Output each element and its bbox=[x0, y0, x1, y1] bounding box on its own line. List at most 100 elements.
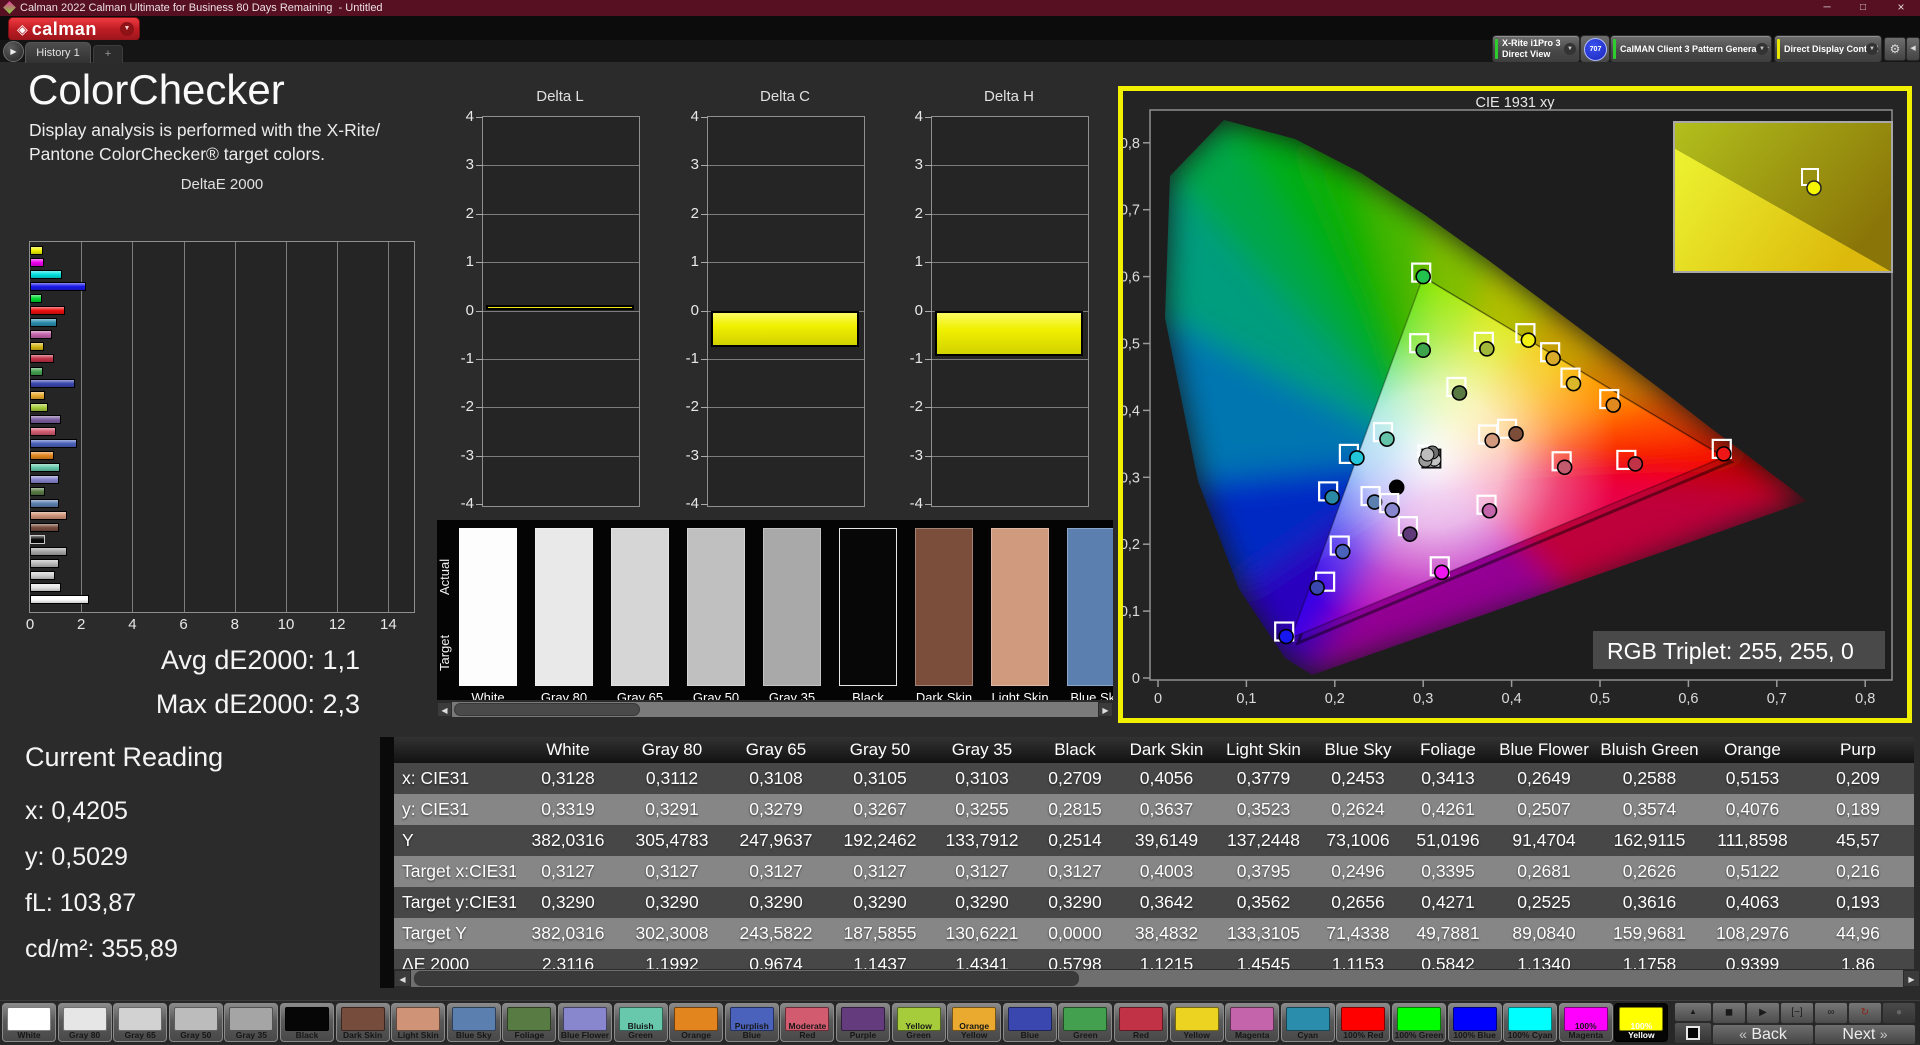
table-cell: 0,3127 bbox=[932, 856, 1032, 887]
palette-button-100-green[interactable]: 100% Green bbox=[1392, 1003, 1446, 1042]
palette-button-cyan[interactable]: Cyan bbox=[1280, 1003, 1335, 1042]
cie-1931-chart: CIE 1931 xy 00,10,20,30,40,50,60,70,80 0… bbox=[1120, 95, 1893, 707]
table-scrollbar-thumb[interactable] bbox=[414, 971, 1079, 986]
palette-button-dark-skin[interactable]: Dark Skin bbox=[335, 1003, 390, 1042]
palette-label: Magenta bbox=[1234, 1030, 1270, 1040]
delta-gridline bbox=[708, 455, 864, 457]
chevron-down-icon[interactable]: ▼ bbox=[1866, 43, 1878, 55]
reading-cdm2: cd/m²: 355,89 bbox=[25, 935, 178, 963]
table-cell: 49,7881 bbox=[1404, 918, 1492, 949]
tab-add-button[interactable]: + bbox=[93, 45, 123, 63]
table-cell: 0,3127 bbox=[1032, 856, 1118, 887]
delta-tick-dash bbox=[476, 262, 483, 264]
swatch-scrollbar[interactable]: ◀ ▶ bbox=[437, 702, 1113, 717]
refresh-button[interactable]: ↻ bbox=[1848, 1002, 1882, 1024]
palette-button-purple[interactable]: Purple bbox=[836, 1003, 890, 1042]
swatch-label: Light Skin bbox=[991, 690, 1049, 700]
palette-button-100-yellow[interactable]: 100% Yellow bbox=[1614, 1003, 1669, 1042]
scroll-left-icon[interactable]: ◀ bbox=[437, 702, 452, 717]
palette-scroll-up-button[interactable]: ▲ bbox=[1674, 1002, 1712, 1022]
table-row-label: Target x:CIE31 bbox=[394, 856, 516, 887]
palette-button-100-cyan[interactable]: 100% Cyan bbox=[1503, 1003, 1558, 1042]
palette-button-moderate-red[interactable]: Moderate Red bbox=[780, 1003, 835, 1042]
scroll-right-icon[interactable]: ▶ bbox=[1098, 702, 1113, 717]
table-row-label: x: CIE31 bbox=[394, 763, 516, 794]
palette-button-bluish-green[interactable]: Bluish Green bbox=[613, 1003, 668, 1042]
palette-button-white[interactable]: White bbox=[2, 1003, 56, 1042]
settings-button[interactable]: ⚙ bbox=[1884, 37, 1906, 61]
play-button[interactable]: ▶ bbox=[1746, 1002, 1780, 1024]
back-button[interactable]: « Back bbox=[1712, 1024, 1814, 1045]
palette-button-orange-yellow[interactable]: Orange Yellow bbox=[947, 1003, 1002, 1042]
tab-history-1[interactable]: History 1 bbox=[25, 42, 91, 63]
collapse-panel-button[interactable]: ◀ bbox=[1906, 37, 1920, 61]
close-button[interactable]: × bbox=[1884, 0, 1918, 16]
meter-badge-button[interactable]: 707 bbox=[1580, 35, 1610, 63]
palette-button-foliage[interactable]: Foliage bbox=[502, 1003, 557, 1042]
chevron-down-icon[interactable]: ▼ bbox=[1756, 43, 1768, 55]
palette-button-black[interactable]: Black bbox=[280, 1003, 334, 1042]
palette-button-100-magenta[interactable]: 100% Magenta bbox=[1558, 1003, 1613, 1042]
table-cell: 0,2588 bbox=[1596, 763, 1703, 794]
swatch-scrollbar-thumb[interactable] bbox=[454, 703, 640, 716]
table-cell: 111,8598 bbox=[1703, 825, 1802, 856]
up-arrow-icon: ▲ bbox=[1689, 1007, 1697, 1016]
chevron-down-icon[interactable]: ▼ bbox=[1564, 43, 1576, 55]
stop-button[interactable]: ◼ bbox=[1712, 1002, 1746, 1024]
palette-button-red[interactable]: Red bbox=[1114, 1003, 1168, 1042]
meter-dropdown[interactable]: X-Rite i1Pro 3 Direct View ▼ bbox=[1492, 35, 1580, 63]
scroll-left-icon[interactable]: ◀ bbox=[394, 970, 411, 987]
palette-button-gray-35[interactable]: Gray 35 bbox=[224, 1003, 279, 1042]
palette-button-gray-50[interactable]: Gray 50 bbox=[168, 1003, 223, 1042]
logo-dropdown-icon[interactable]: ▼ bbox=[120, 22, 134, 36]
actual-target-swatch-strip: Actual Target White Gray 80 Gray 65 Gray 50… bbox=[437, 520, 1113, 700]
palette-button-magenta[interactable]: Magenta bbox=[1225, 1003, 1280, 1042]
deltae-bar-100-blue bbox=[30, 282, 87, 292]
palette-button-yellow-green[interactable]: Yellow Green bbox=[891, 1003, 946, 1042]
display-control-dropdown[interactable]: Direct Display Control ▼ bbox=[1774, 35, 1882, 63]
palette-button-100-red[interactable]: 100% Red bbox=[1336, 1003, 1391, 1042]
tab-nav-arrow-button[interactable]: ▶ bbox=[3, 41, 24, 62]
palette-button-light-skin[interactable]: Light Skin bbox=[391, 1003, 446, 1042]
delta-gridline bbox=[932, 358, 1088, 360]
table-cell: 159,9681 bbox=[1596, 918, 1703, 949]
palette-button-green[interactable]: Green bbox=[1058, 1003, 1113, 1042]
palette-label: Black bbox=[295, 1030, 319, 1040]
record-button[interactable]: ● bbox=[1882, 1002, 1916, 1024]
palette-button-blue-sky[interactable]: Blue Sky bbox=[446, 1003, 501, 1042]
table-cell: 130,6221 bbox=[932, 918, 1032, 949]
table-cell: 0,5153 bbox=[1703, 763, 1802, 794]
palette-button-yellow[interactable]: Yellow bbox=[1169, 1003, 1224, 1042]
palette-button-purplish-blue[interactable]: Purplish Blue bbox=[724, 1003, 779, 1042]
delta-bar-delta-c bbox=[711, 310, 859, 347]
maximize-button[interactable]: □ bbox=[1848, 0, 1878, 16]
table-cell: 1,1758 bbox=[1596, 949, 1703, 969]
palette-swatch bbox=[841, 1007, 885, 1031]
pattern-size-button[interactable]: [−] bbox=[1780, 1002, 1814, 1024]
minimize-button[interactable]: ─ bbox=[1812, 0, 1842, 16]
palette-button-gray-65[interactable]: Gray 65 bbox=[113, 1003, 168, 1042]
pattern-window-button[interactable] bbox=[1674, 1022, 1712, 1044]
pattern-generator-dropdown[interactable]: CalMAN Client 3 Pattern Generator ▼ bbox=[1610, 35, 1772, 63]
delta-axis-tick: -3 bbox=[909, 446, 923, 464]
table-cell: 0,2681 bbox=[1492, 856, 1596, 887]
deltae-axis-tick: 8 bbox=[230, 616, 239, 633]
loop-button[interactable]: ∞ bbox=[1814, 1002, 1848, 1024]
pattern-palette-bar: White Gray 80 Gray 65 Gray 50 Gray 35 Black Da… bbox=[0, 1000, 1920, 1044]
table-cell: 0,3616 bbox=[1596, 887, 1703, 918]
calman-menu-button[interactable]: ◈ calman ▼ bbox=[8, 17, 140, 41]
palette-button-orange[interactable]: Orange bbox=[669, 1003, 724, 1042]
next-button[interactable]: Next » bbox=[1814, 1024, 1916, 1045]
table-col-header-blue-flower: Blue Flower bbox=[1492, 737, 1596, 763]
palette-button-blue[interactable]: Blue bbox=[1002, 1003, 1057, 1042]
delta-gridline bbox=[483, 358, 639, 360]
palette-button-blue-flower[interactable]: Blue Flower bbox=[558, 1003, 612, 1042]
palette-button-gray-80[interactable]: Gray 80 bbox=[57, 1003, 112, 1042]
palette-button-100-blue[interactable]: 100% Blue bbox=[1447, 1003, 1502, 1042]
delta-tick-dash bbox=[701, 262, 708, 264]
table-scrollbar[interactable]: ◀ ▶ bbox=[394, 970, 1920, 987]
swatch-gray-80 bbox=[535, 528, 593, 686]
cie-x-tick: 0,7 bbox=[1767, 691, 1787, 707]
scroll-right-icon[interactable]: ▶ bbox=[1903, 970, 1920, 987]
cie-point-100-yellow bbox=[1520, 332, 1537, 348]
